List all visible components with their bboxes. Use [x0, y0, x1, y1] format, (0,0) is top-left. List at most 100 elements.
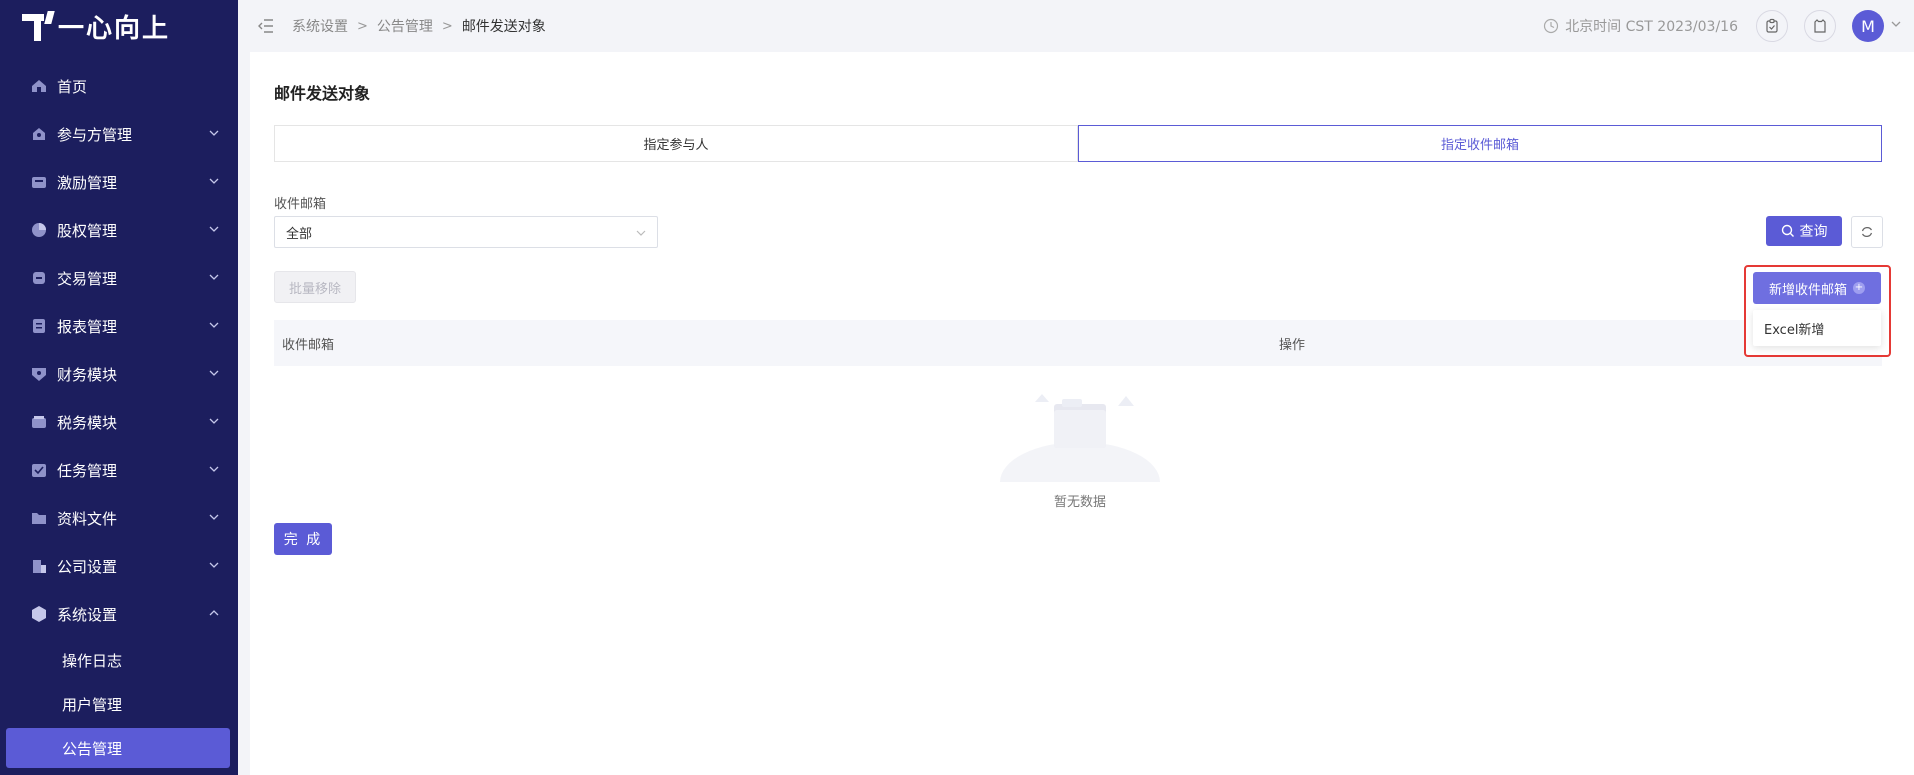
participants-icon — [30, 125, 48, 143]
top-header: 系统设置 > 公告管理 > 邮件发送对象 北京时间 CST 2023/03/16… — [238, 0, 1914, 52]
sidebar-item-company[interactable]: 公司设置 — [0, 542, 238, 590]
refresh-icon — [1861, 227, 1873, 237]
sidebar-item-home[interactable]: 首页 — [0, 62, 238, 110]
chevron-down-icon — [208, 175, 220, 187]
tab-group: 指定参与人 指定收件邮箱 — [274, 125, 1882, 162]
sidebar-item-tax[interactable]: 税务模块 — [0, 398, 238, 446]
chevron-up-icon — [208, 607, 220, 619]
header-actions: 北京时间 CST 2023/03/16 M — [1543, 0, 1914, 52]
chevron-down-icon — [208, 559, 220, 571]
recipient-email-select[interactable]: 全部 — [274, 216, 658, 248]
batch-remove-button[interactable]: 批量移除 — [274, 271, 356, 303]
tab-specify-participants[interactable]: 指定参与人 — [274, 125, 1078, 162]
chevron-down-icon — [208, 415, 220, 427]
query-button[interactable]: 查询 — [1766, 216, 1842, 246]
sidebar: 一心向上 首页 参与方管理 激励管理 股权管理 交易管理 报表管理 财务模块 税… — [0, 0, 238, 775]
chevron-down-icon[interactable] — [1890, 18, 1902, 34]
sidebar-subitem-announcement-management[interactable]: 公告管理 — [6, 728, 230, 768]
add-options-dropdown: Excel新增 — [1753, 310, 1881, 346]
empty-state-text: 暂无数据 — [1053, 495, 1106, 510]
system-icon — [30, 605, 48, 623]
clock-icon — [1544, 18, 1559, 34]
chevron-down-icon — [208, 271, 220, 283]
page-title: 邮件发送对象 — [274, 84, 371, 103]
chevron-down-icon — [208, 319, 220, 331]
trade-icon — [30, 269, 48, 287]
main-card: 邮件发送对象 指定参与人 指定收件邮箱 收件邮箱 全部 查询 批量移除 收件邮箱… — [250, 52, 1914, 775]
breadcrumb-current: 邮件发送对象 — [461, 19, 546, 35]
sidebar-item-label: 财务模块 — [57, 365, 118, 384]
sidebar-item-label: 参与方管理 — [57, 125, 133, 144]
sidebar-item-label: 报表管理 — [57, 317, 118, 336]
done-button[interactable]: 完 成 — [274, 523, 332, 555]
recipient-email-label: 收件邮箱 — [274, 197, 327, 212]
sidebar-subitem-user-management[interactable]: 用户管理 — [0, 682, 238, 726]
sidebar-item-task[interactable]: 任务管理 — [0, 446, 238, 494]
incentive-icon — [30, 173, 48, 191]
avatar[interactable]: M — [1852, 10, 1884, 42]
column-header-action: 操作 — [1279, 337, 1306, 353]
sidebar-item-label: 激励管理 — [57, 173, 118, 192]
finance-icon — [30, 365, 48, 383]
logo-mark-icon — [22, 11, 55, 41]
sidebar-menu: 首页 参与方管理 激励管理 股权管理 交易管理 报表管理 财务模块 税务模块 任… — [0, 52, 238, 768]
sidebar-subitem-operation-log[interactable]: 操作日志 — [0, 638, 238, 682]
sidebar-subitem-label: 操作日志 — [62, 651, 123, 670]
shirt-button[interactable] — [1804, 10, 1836, 42]
sidebar-item-label: 公司设置 — [57, 557, 118, 576]
equity-icon — [30, 221, 48, 239]
time-text: 北京时间 CST 2023/03/16 — [1565, 19, 1738, 35]
breadcrumb-item[interactable]: 系统设置 — [292, 16, 348, 36]
breadcrumb-separator-icon: > — [441, 18, 453, 34]
chevron-down-icon — [208, 223, 220, 235]
add-button-label: 新增收件邮箱 — [1768, 282, 1847, 298]
breadcrumb-item[interactable]: 公告管理 — [377, 16, 433, 36]
sidebar-subitem-label: 用户管理 — [62, 695, 123, 714]
sidebar-subitem-label: 公告管理 — [62, 739, 123, 758]
logo: 一心向上 — [0, 0, 238, 52]
collapse-sidebar-icon[interactable] — [256, 16, 276, 36]
empty-state-illustration — [980, 382, 1180, 522]
sidebar-item-label: 交易管理 — [57, 269, 118, 288]
search-icon — [1781, 224, 1794, 237]
sidebar-item-label: 任务管理 — [57, 461, 118, 480]
home-icon — [30, 77, 48, 95]
dropdown-item-excel-add[interactable]: Excel新增 — [1764, 319, 1824, 338]
clipboard-button[interactable] — [1756, 10, 1788, 42]
logo-text: 一心向上 — [58, 13, 171, 44]
chevron-down-icon — [635, 227, 647, 243]
sidebar-item-incentive[interactable]: 激励管理 — [0, 158, 238, 206]
reset-button[interactable] — [1851, 216, 1883, 248]
report-icon — [30, 317, 48, 335]
plus-icon: + — [1853, 282, 1865, 294]
sidebar-item-system[interactable]: 系统设置 — [0, 590, 238, 638]
tab-specify-recipient-email[interactable]: 指定收件邮箱 — [1078, 125, 1882, 162]
sidebar-item-trade[interactable]: 交易管理 — [0, 254, 238, 302]
sidebar-item-equity[interactable]: 股权管理 — [0, 206, 238, 254]
sidebar-item-label: 税务模块 — [57, 413, 118, 432]
sidebar-item-label: 首页 — [57, 77, 88, 96]
files-icon — [30, 509, 48, 527]
chevron-down-icon — [208, 463, 220, 475]
chevron-down-icon — [208, 511, 220, 523]
sidebar-item-finance[interactable]: 财务模块 — [0, 350, 238, 398]
sidebar-item-participants[interactable]: 参与方管理 — [0, 110, 238, 158]
sidebar-item-label: 资料文件 — [57, 509, 118, 528]
chevron-down-icon — [208, 127, 220, 139]
query-button-label: 查询 — [1799, 224, 1828, 240]
task-icon — [30, 461, 48, 479]
time-display: 北京时间 CST 2023/03/16 — [1543, 16, 1738, 36]
sidebar-item-report[interactable]: 报表管理 — [0, 302, 238, 350]
table-header: 收件邮箱 操作 — [274, 320, 1882, 366]
select-value: 全部 — [286, 226, 313, 242]
shirt-icon — [1814, 19, 1826, 33]
clipboard-check-icon — [1766, 18, 1778, 33]
sidebar-item-label: 股权管理 — [57, 221, 118, 240]
sidebar-item-files[interactable]: 资料文件 — [0, 494, 238, 542]
column-header-email: 收件邮箱 — [282, 337, 335, 353]
tax-icon — [30, 413, 48, 431]
breadcrumb-separator-icon: > — [357, 18, 368, 34]
sidebar-item-label: 系统设置 — [57, 605, 118, 624]
add-recipient-email-button[interactable]: 新增收件邮箱 + — [1753, 272, 1881, 304]
breadcrumb: 系统设置 > 公告管理 > 邮件发送对象 — [292, 16, 546, 36]
